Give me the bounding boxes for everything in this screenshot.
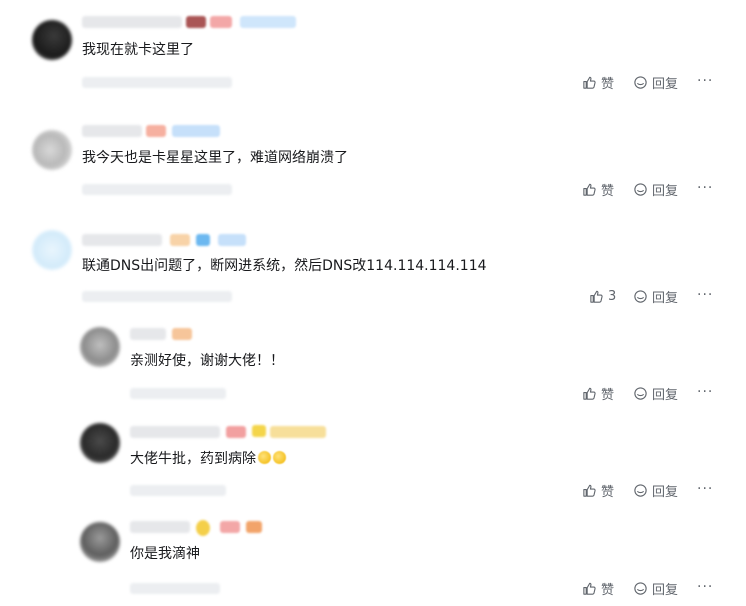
like-label: 赞 (601, 387, 615, 403)
reply-label: 回复 (652, 484, 679, 500)
avatar[interactable] (32, 130, 72, 170)
reply-bubble-icon (633, 289, 648, 304)
emoji-icon (258, 451, 271, 464)
thumbs-up-icon (582, 182, 597, 197)
vip-badge (252, 425, 266, 437)
reply-button[interactable]: 回复 (633, 578, 678, 598)
level-badge (172, 328, 192, 340)
reply-text: 亲测好使，谢谢大佬！！ (130, 353, 284, 369)
comment-text: 我现在就卡这里了 (82, 42, 194, 58)
reply-button[interactable]: 回复 (633, 480, 678, 500)
reply-text: 你是我滴神 (130, 546, 200, 562)
reply-label: 回复 (652, 582, 679, 598)
reply-button[interactable]: 回复 (633, 286, 678, 306)
reply-label: 回复 (652, 387, 679, 403)
reply-text-content: 大佬牛批，药到病除 (130, 451, 256, 467)
reply-meta-blurred (130, 388, 226, 399)
thumbs-up-icon (582, 75, 597, 90)
reply-item: 你是我滴神 赞 回复 ··· (0, 510, 746, 606)
thumbs-up-icon (582, 581, 597, 596)
avatar[interactable] (80, 327, 120, 367)
level-badge (186, 16, 206, 28)
reply-bubble-icon (633, 75, 648, 90)
username-blurred[interactable] (130, 426, 220, 438)
fan-badge (270, 426, 326, 438)
level-badge (220, 521, 240, 533)
level-badge (210, 16, 232, 28)
vip-badge (196, 234, 210, 246)
reply-meta-blurred (130, 583, 220, 594)
reply-bubble-icon (633, 483, 648, 498)
like-label: 赞 (601, 76, 615, 92)
more-dots-icon[interactable]: ··· (697, 71, 713, 91)
level-badge (146, 125, 166, 137)
vip-badge (196, 520, 210, 536)
reply-bubble-icon (633, 182, 648, 197)
username-blurred[interactable] (82, 125, 142, 137)
fan-badge (218, 234, 246, 246)
level-badge (170, 234, 190, 246)
reply-item: 亲测好使，谢谢大佬！！ 赞 回复 ··· (0, 315, 746, 413)
comment-meta-blurred (82, 184, 232, 195)
more-dots-icon[interactable]: ··· (697, 285, 713, 305)
avatar[interactable] (32, 20, 72, 60)
comment-item: 我现在就卡这里了 赞 回复 ··· (0, 0, 746, 110)
reply-bubble-icon (633, 386, 648, 401)
reply-bubble-icon (633, 581, 648, 596)
like-button[interactable]: 3 (589, 286, 616, 306)
thumbs-up-icon (589, 289, 604, 304)
reply-label: 回复 (652, 76, 679, 92)
comment-item: 我今天也是卡星星这里了，难道网络崩溃了 赞 回复 ··· (0, 110, 746, 220)
reply-text: 大佬牛批，药到病除 (130, 449, 286, 469)
reply-meta-blurred (130, 485, 226, 496)
like-button[interactable]: 赞 (582, 72, 614, 92)
avatar[interactable] (32, 230, 72, 270)
username-blurred[interactable] (82, 16, 182, 28)
fan-badge (172, 125, 220, 137)
thumbs-up-icon (582, 386, 597, 401)
reply-button[interactable]: 回复 (633, 179, 678, 199)
fan-badge (240, 16, 296, 28)
like-button[interactable]: 赞 (582, 480, 614, 500)
reply-item: 大佬牛批，药到病除 赞 回复 ··· (0, 413, 746, 510)
fan-badge (246, 521, 262, 533)
reply-button[interactable]: 回复 (633, 383, 678, 403)
like-label: 赞 (601, 484, 615, 500)
reply-label: 回复 (652, 290, 679, 306)
reply-label: 回复 (652, 183, 679, 199)
more-dots-icon[interactable]: ··· (697, 577, 713, 597)
comment-meta-blurred (82, 77, 232, 88)
username-blurred[interactable] (130, 328, 166, 340)
thumbs-up-icon (582, 483, 597, 498)
like-button[interactable]: 赞 (582, 383, 614, 403)
username-blurred[interactable] (130, 521, 190, 533)
username-blurred[interactable] (82, 234, 162, 246)
like-label: 赞 (601, 183, 615, 199)
comment-text: 我今天也是卡星星这里了，难道网络崩溃了 (82, 150, 348, 166)
like-count: 3 (608, 288, 617, 304)
like-button[interactable]: 赞 (582, 578, 614, 598)
comment-meta-blurred (82, 291, 232, 302)
more-dots-icon[interactable]: ··· (697, 178, 713, 198)
more-dots-icon[interactable]: ··· (697, 479, 713, 499)
more-dots-icon[interactable]: ··· (697, 382, 713, 402)
avatar[interactable] (80, 423, 120, 463)
like-label: 赞 (601, 582, 615, 598)
avatar[interactable] (80, 522, 120, 562)
emoji-icon (273, 451, 286, 464)
level-badge (226, 426, 246, 438)
reply-button[interactable]: 回复 (633, 72, 678, 92)
comment-item: 联通DNS出问题了，断网进系统，然后DNS改114.114.114.114 3 … (0, 220, 746, 606)
comment-text: 联通DNS出问题了，断网进系统，然后DNS改114.114.114.114 (82, 258, 487, 274)
like-button[interactable]: 赞 (582, 179, 614, 199)
